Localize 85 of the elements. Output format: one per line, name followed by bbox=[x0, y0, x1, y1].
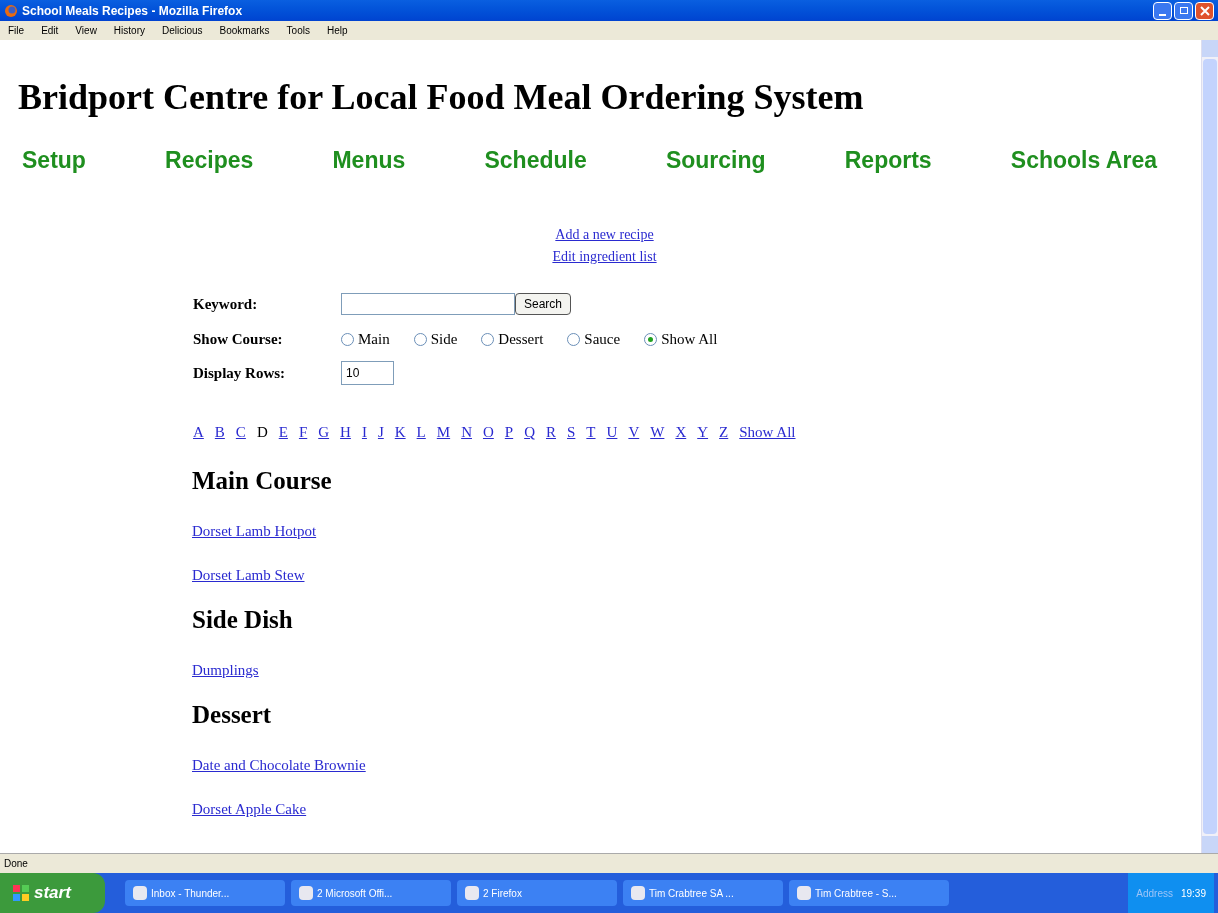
letter-link[interactable]: S bbox=[567, 422, 576, 442]
radio-label: Dessert bbox=[498, 329, 544, 349]
search-button[interactable]: Search bbox=[515, 293, 572, 315]
recipe-link[interactable]: Dumplings bbox=[192, 658, 259, 682]
letter-link[interactable]: J bbox=[377, 422, 384, 442]
radio-button[interactable] bbox=[481, 332, 495, 346]
letter-link[interactable]: R bbox=[546, 422, 556, 442]
windows-logo-icon bbox=[12, 884, 30, 902]
menu-item[interactable]: Edit bbox=[41, 23, 59, 38]
rows-label: Display Rows: bbox=[193, 363, 287, 383]
section-heading: Dessert bbox=[192, 700, 273, 730]
recipe-link[interactable]: Dorset Apple Cake bbox=[192, 797, 307, 821]
letter-link[interactable]: Z bbox=[719, 422, 729, 442]
letter-link[interactable]: B bbox=[214, 422, 225, 442]
minimize-button[interactable] bbox=[1153, 1, 1172, 20]
action-link[interactable]: Edit ingredient list bbox=[552, 246, 657, 268]
letter-link[interactable]: U bbox=[606, 422, 618, 442]
letter-link[interactable]: T bbox=[586, 422, 596, 442]
letter-link[interactable]: P bbox=[504, 422, 514, 442]
taskbar-button[interactable]: Tim Crabtree SA ... bbox=[623, 880, 783, 906]
restore-button[interactable] bbox=[1174, 1, 1193, 20]
letter-link[interactable]: L bbox=[416, 422, 426, 442]
letter-link[interactable]: X bbox=[675, 422, 687, 442]
nav-link[interactable]: Schools Area bbox=[1010, 146, 1157, 174]
letter-current: D bbox=[256, 423, 268, 442]
letter-link[interactable]: N bbox=[461, 422, 472, 442]
action-link[interactable]: Add a new recipe bbox=[555, 224, 654, 246]
radio-button[interactable] bbox=[413, 332, 427, 346]
letter-link[interactable]: M bbox=[436, 422, 451, 442]
radio-button[interactable] bbox=[341, 332, 354, 346]
letter-link[interactable]: O bbox=[482, 422, 494, 442]
browser-logo-icon bbox=[4, 3, 18, 18]
window-title: School Meals Recipes - Mozilla Firefox bbox=[22, 2, 243, 20]
nav-link[interactable]: Sourcing bbox=[665, 146, 766, 174]
radio-label: Main bbox=[358, 329, 390, 349]
menu-item[interactable]: Bookmarks bbox=[219, 23, 270, 38]
letter-link[interactable]: A bbox=[193, 422, 204, 442]
nav-link[interactable]: Reports bbox=[844, 146, 932, 174]
radio-label: Sauce bbox=[584, 329, 621, 349]
radio-button[interactable] bbox=[567, 332, 581, 346]
menu-item[interactable]: View bbox=[75, 23, 97, 38]
letter-link[interactable]: G bbox=[318, 422, 330, 442]
menu-item[interactable]: Delicious bbox=[162, 23, 203, 38]
recipe-link[interactable]: Dorset Lamb Stew bbox=[192, 563, 305, 587]
address-label: Address bbox=[1136, 886, 1173, 901]
nav-link[interactable]: Recipes bbox=[165, 146, 254, 174]
letter-link[interactable]: E bbox=[278, 422, 288, 442]
section-heading: Main Course bbox=[192, 466, 333, 496]
nav-link[interactable]: Setup bbox=[22, 146, 86, 174]
close-button[interactable] bbox=[1195, 1, 1214, 20]
course-label: Show Course: bbox=[193, 329, 284, 349]
status-text: Done bbox=[4, 857, 28, 871]
radio-label: Show All bbox=[661, 329, 718, 349]
letter-link[interactable]: Q bbox=[524, 422, 535, 442]
letter-link[interactable]: V bbox=[628, 422, 640, 442]
letter-link[interactable]: I bbox=[361, 422, 367, 442]
recipe-link[interactable]: Dorset Lamb Hotpot bbox=[192, 519, 317, 543]
menu-item[interactable]: History bbox=[113, 23, 145, 38]
letter-link[interactable]: F bbox=[298, 422, 308, 442]
menu-item[interactable]: Help bbox=[326, 23, 348, 38]
start-button[interactable]: start bbox=[0, 873, 105, 913]
recipe-link[interactable]: Date and Chocolate Brownie bbox=[192, 753, 366, 777]
menu-item[interactable]: File bbox=[8, 23, 25, 38]
letter-link[interactable]: W bbox=[650, 422, 665, 442]
letter-link[interactable]: H bbox=[340, 422, 351, 442]
letter-link[interactable]: Y bbox=[697, 422, 709, 442]
section-heading: Side Dish bbox=[192, 605, 294, 635]
keyword-label: Keyword: bbox=[193, 294, 259, 314]
menu-item[interactable]: Tools bbox=[286, 23, 310, 38]
taskbar-button[interactable]: Tim Crabtree - S... bbox=[789, 880, 949, 906]
keyword-field[interactable] bbox=[341, 293, 515, 315]
letter-link[interactable]: K bbox=[394, 422, 406, 442]
rows-field[interactable]: 10 bbox=[341, 361, 394, 385]
taskbar-button[interactable]: 2 Firefox bbox=[457, 880, 617, 906]
close-icon bbox=[1199, 5, 1210, 16]
taskbar-button[interactable]: Inbox - Thunder... bbox=[125, 880, 285, 906]
nav-link[interactable]: Menus bbox=[332, 146, 406, 174]
taskbar-button[interactable]: 2 Microsoft Offi... bbox=[291, 880, 451, 906]
radio-label: Side bbox=[430, 329, 458, 349]
radio-button[interactable] bbox=[644, 332, 658, 346]
letter-link[interactable]: Show All bbox=[739, 422, 796, 442]
letter-link[interactable]: C bbox=[235, 422, 246, 442]
clock: 19:39 bbox=[1180, 886, 1206, 901]
page-heading: Bridport Centre for Local Food Meal Ordering System bbox=[18, 76, 865, 119]
nav-link[interactable]: Schedule bbox=[484, 146, 587, 174]
